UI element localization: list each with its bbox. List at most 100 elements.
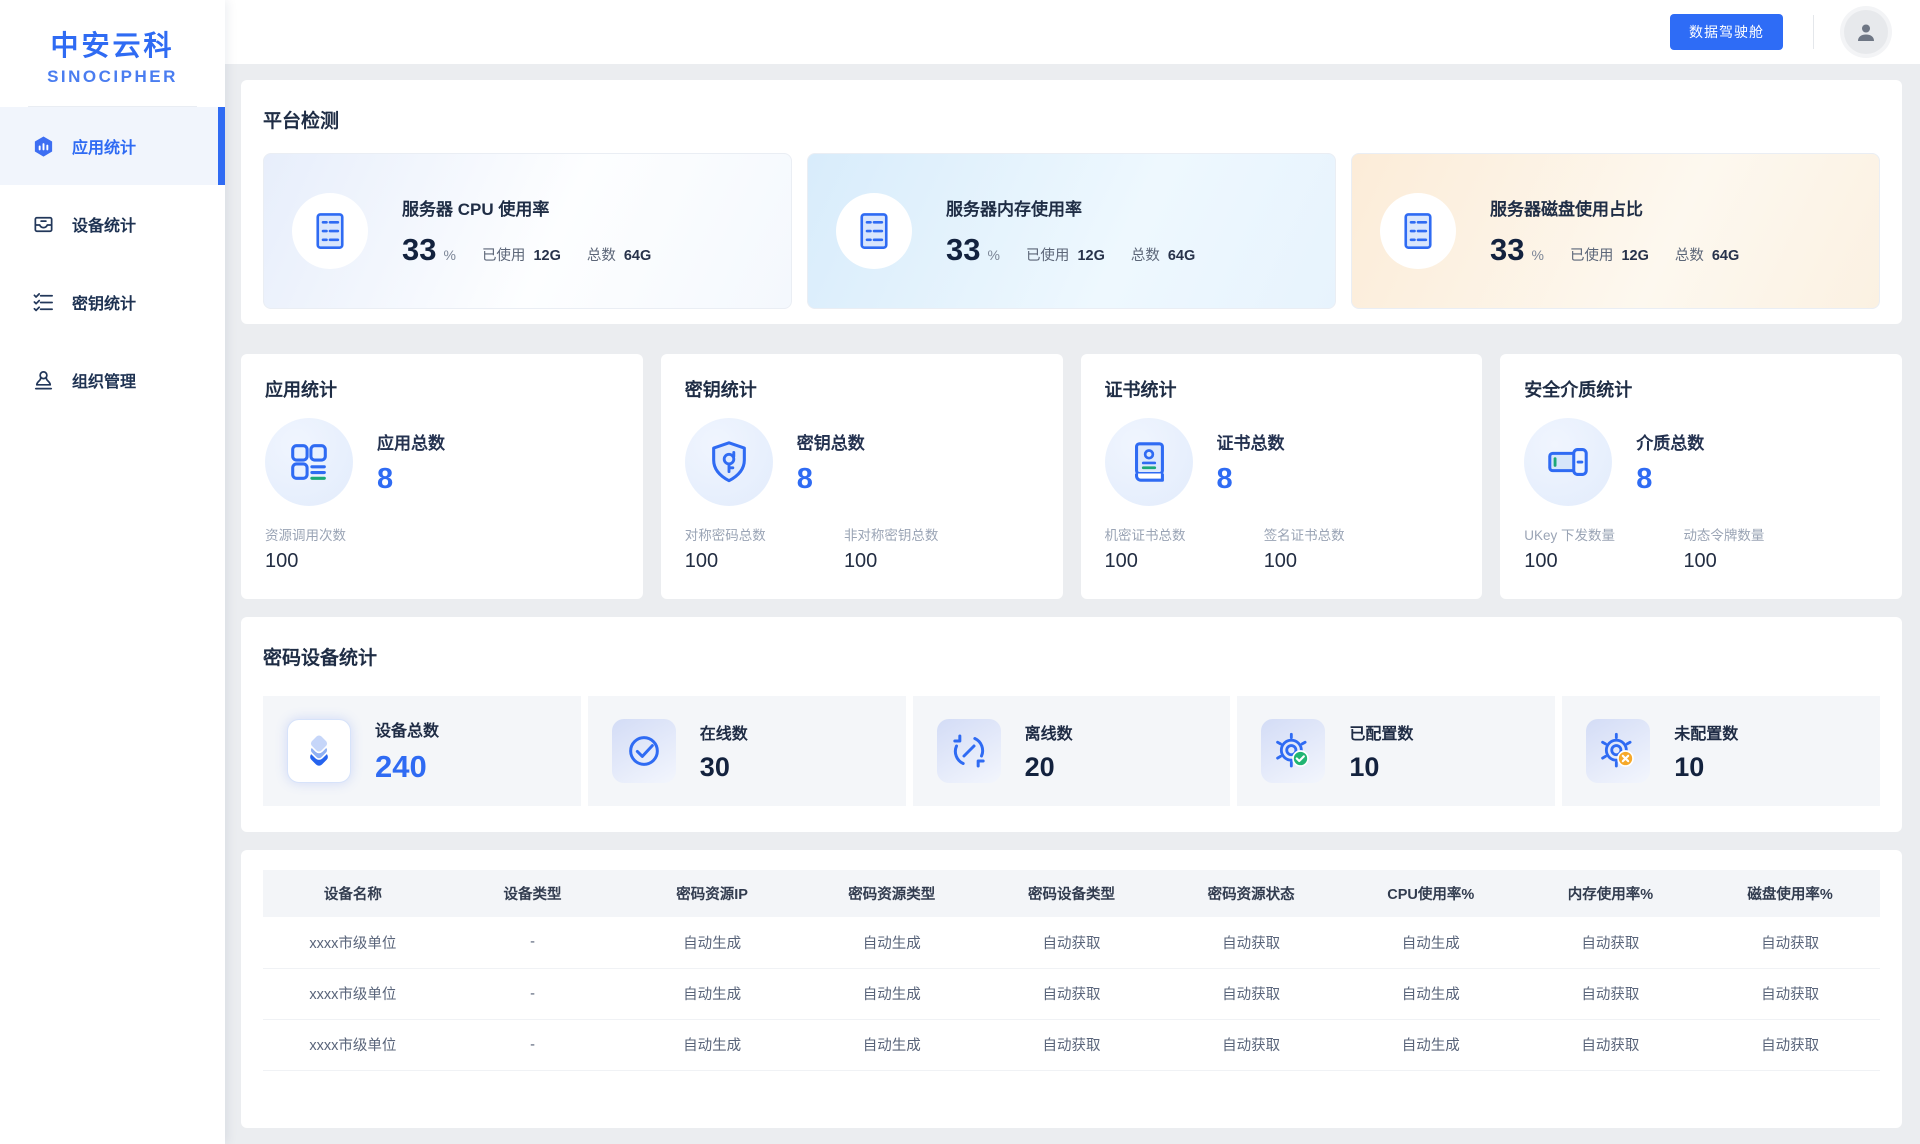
sidebar-item-device-stats[interactable]: 设备统计: [0, 185, 225, 263]
sidebar-item-org-management[interactable]: 组织管理: [0, 341, 225, 419]
memory-total-label: 总数: [1131, 248, 1160, 264]
user-avatar[interactable]: [1844, 10, 1888, 54]
user-avatar-icon: [1854, 20, 1878, 44]
crypto-device-panel: 密码设备统计 设备总数 240 在线数 30: [241, 617, 1902, 832]
online-count-cell: 在线数 30: [588, 696, 906, 806]
cell-device-type: -: [443, 968, 623, 1019]
data-cockpit-button[interactable]: 数据驾驶舱: [1670, 14, 1783, 50]
cell-memory-usage: 自动获取: [1521, 968, 1701, 1019]
cpu-total-label: 总数: [587, 248, 616, 264]
symmetric-key-label: 对称密码总数: [685, 524, 844, 544]
server-icon: [1397, 210, 1439, 252]
disk-used-value: 12G: [1621, 248, 1648, 264]
organization-stamp-icon: [32, 369, 55, 392]
configured-count-label: 已配置数: [1349, 720, 1413, 744]
server-icon-circle: [1380, 193, 1456, 269]
sidebar-item-key-stats[interactable]: 密钥统计: [0, 263, 225, 341]
memory-used-value: 12G: [1077, 248, 1104, 264]
app-stats-card: 应用统计 应用总数 8 资源调用次数 100: [241, 354, 643, 599]
device-table: 设备名称 设备类型 密码资源IP 密码资源类型 密码设备类型 密码资源状态 CP…: [263, 870, 1880, 1071]
disk-used-label: 已使用: [1570, 248, 1614, 264]
media-stats-title: 安全介质统计: [1524, 376, 1878, 402]
online-count-value: 30: [700, 752, 748, 783]
disk-total-value: 64G: [1712, 248, 1739, 264]
cell-resource-ip: 自动生成: [622, 968, 802, 1019]
cell-crypto-device-type: 自动获取: [982, 1019, 1162, 1070]
shield-key-icon: [706, 439, 752, 485]
device-total-cell: 设备总数 240: [263, 696, 581, 806]
cpu-card-title: 服务器 CPU 使用率: [402, 195, 677, 220]
shield-key-icon-circle: [685, 418, 773, 506]
server-icon-circle: [836, 193, 912, 269]
media-stats-card: 安全介质统计 介质总数 8 UKey 下发数量 100 动态令牌数量 100: [1500, 354, 1902, 599]
ukey-icon-circle: [1524, 418, 1612, 506]
offline-count-cell: 离线数 20: [913, 696, 1231, 806]
ukey-issued-value: 100: [1524, 550, 1683, 573]
col-resource-ip: 密码资源IP: [622, 870, 802, 917]
cert-total-label: 证书总数: [1217, 429, 1285, 454]
app-grid-icon: [286, 439, 332, 485]
cell-resource-type: 自动生成: [802, 968, 982, 1019]
link-broken-icon-tile: [937, 719, 1001, 783]
cell-memory-usage: 自动获取: [1521, 1019, 1701, 1070]
topbar: 数据驾驶舱: [225, 0, 1920, 64]
unconfigured-count-cell: 未配置数 10: [1562, 696, 1880, 806]
col-crypto-device-type: 密码设备类型: [982, 870, 1162, 917]
disk-total-label: 总数: [1675, 248, 1704, 264]
cell-resource-ip: 自动生成: [622, 917, 802, 968]
resource-calls-value: 100: [265, 550, 424, 573]
cell-cpu-usage: 自动生成: [1341, 968, 1521, 1019]
cell-resource-type: 自动生成: [802, 917, 982, 968]
memory-usage-card: 服务器内存使用率 33 % 已使用12G 总数64G: [807, 153, 1336, 309]
dynamic-token-value: 100: [1683, 550, 1842, 573]
app-stats-title: 应用统计: [265, 376, 619, 402]
asymmetric-key-label: 非对称密钥总数: [844, 524, 1003, 544]
cell-memory-usage: 自动获取: [1521, 917, 1701, 968]
cert-stats-title: 证书统计: [1105, 376, 1459, 402]
encryption-cert-value: 100: [1105, 550, 1264, 573]
table-row: xxxx市级单位 - 自动生成 自动生成 自动获取 自动获取 自动生成 自动获取…: [263, 917, 1880, 968]
sidebar-item-label: 设备统计: [72, 212, 136, 236]
disk-usage-value: 33: [1490, 232, 1524, 268]
offline-count-label: 离线数: [1025, 720, 1073, 744]
col-device-type: 设备类型: [443, 870, 623, 917]
cpu-usage-unit: %: [443, 247, 455, 263]
table-row: xxxx市级单位 - 自动生成 自动生成 自动获取 自动获取 自动生成 自动获取…: [263, 1019, 1880, 1070]
cpu-used-label: 已使用: [482, 248, 526, 264]
cpu-used-value: 12G: [533, 248, 560, 264]
main-content: 平台检测 服务器 CPU 使用率 33 % 已使用12G 总数64G: [241, 80, 1902, 1128]
cell-resource-ip: 自动生成: [622, 1019, 802, 1070]
offline-count-value: 20: [1025, 752, 1073, 783]
sidebar-menu: 应用统计 设备统计 密钥统计 组织管理: [0, 107, 225, 419]
cpu-total-value: 64G: [624, 248, 651, 264]
server-icon-circle: [292, 193, 368, 269]
cell-disk-usage: 自动获取: [1700, 1019, 1880, 1070]
cpu-usage-card: 服务器 CPU 使用率 33 % 已使用12G 总数64G: [263, 153, 792, 309]
device-archive-icon: [32, 213, 55, 236]
unconfigured-count-value: 10: [1674, 752, 1738, 783]
memory-used-label: 已使用: [1026, 248, 1070, 264]
dynamic-token-label: 动态令牌数量: [1683, 524, 1842, 544]
check-circle-icon-tile: [612, 719, 676, 783]
col-resource-status: 密码资源状态: [1161, 870, 1341, 917]
symmetric-key-value: 100: [685, 550, 844, 573]
device-total-value: 240: [375, 749, 439, 785]
cell-device-name: xxxx市级单位: [263, 1019, 443, 1070]
key-total-value: 8: [797, 463, 865, 496]
disk-card-title: 服务器磁盘使用占比: [1490, 195, 1765, 220]
memory-usage-unit: %: [987, 247, 999, 263]
configured-count-cell: 已配置数 10: [1237, 696, 1555, 806]
key-stats-card: 密钥统计 密钥总数 8 对称密码总数 100 非对称密钥总数 100: [661, 354, 1063, 599]
cell-resource-status: 自动获取: [1161, 968, 1341, 1019]
sidebar-item-label: 密钥统计: [72, 290, 136, 314]
col-cpu-usage: CPU使用率%: [1341, 870, 1521, 917]
server-icon: [853, 210, 895, 252]
col-device-name: 设备名称: [263, 870, 443, 917]
cell-resource-status: 自动获取: [1161, 1019, 1341, 1070]
certificate-book-icon: [1126, 439, 1172, 485]
platform-cards-row: 服务器 CPU 使用率 33 % 已使用12G 总数64G 服务器内存使用率: [263, 153, 1880, 309]
check-circle-icon: [624, 731, 664, 771]
resource-calls-label: 资源调用次数: [265, 524, 424, 544]
sidebar-item-app-stats[interactable]: 应用统计: [0, 107, 225, 185]
stat-cards-row: 应用统计 应用总数 8 资源调用次数 100 密钥统计: [241, 354, 1902, 599]
